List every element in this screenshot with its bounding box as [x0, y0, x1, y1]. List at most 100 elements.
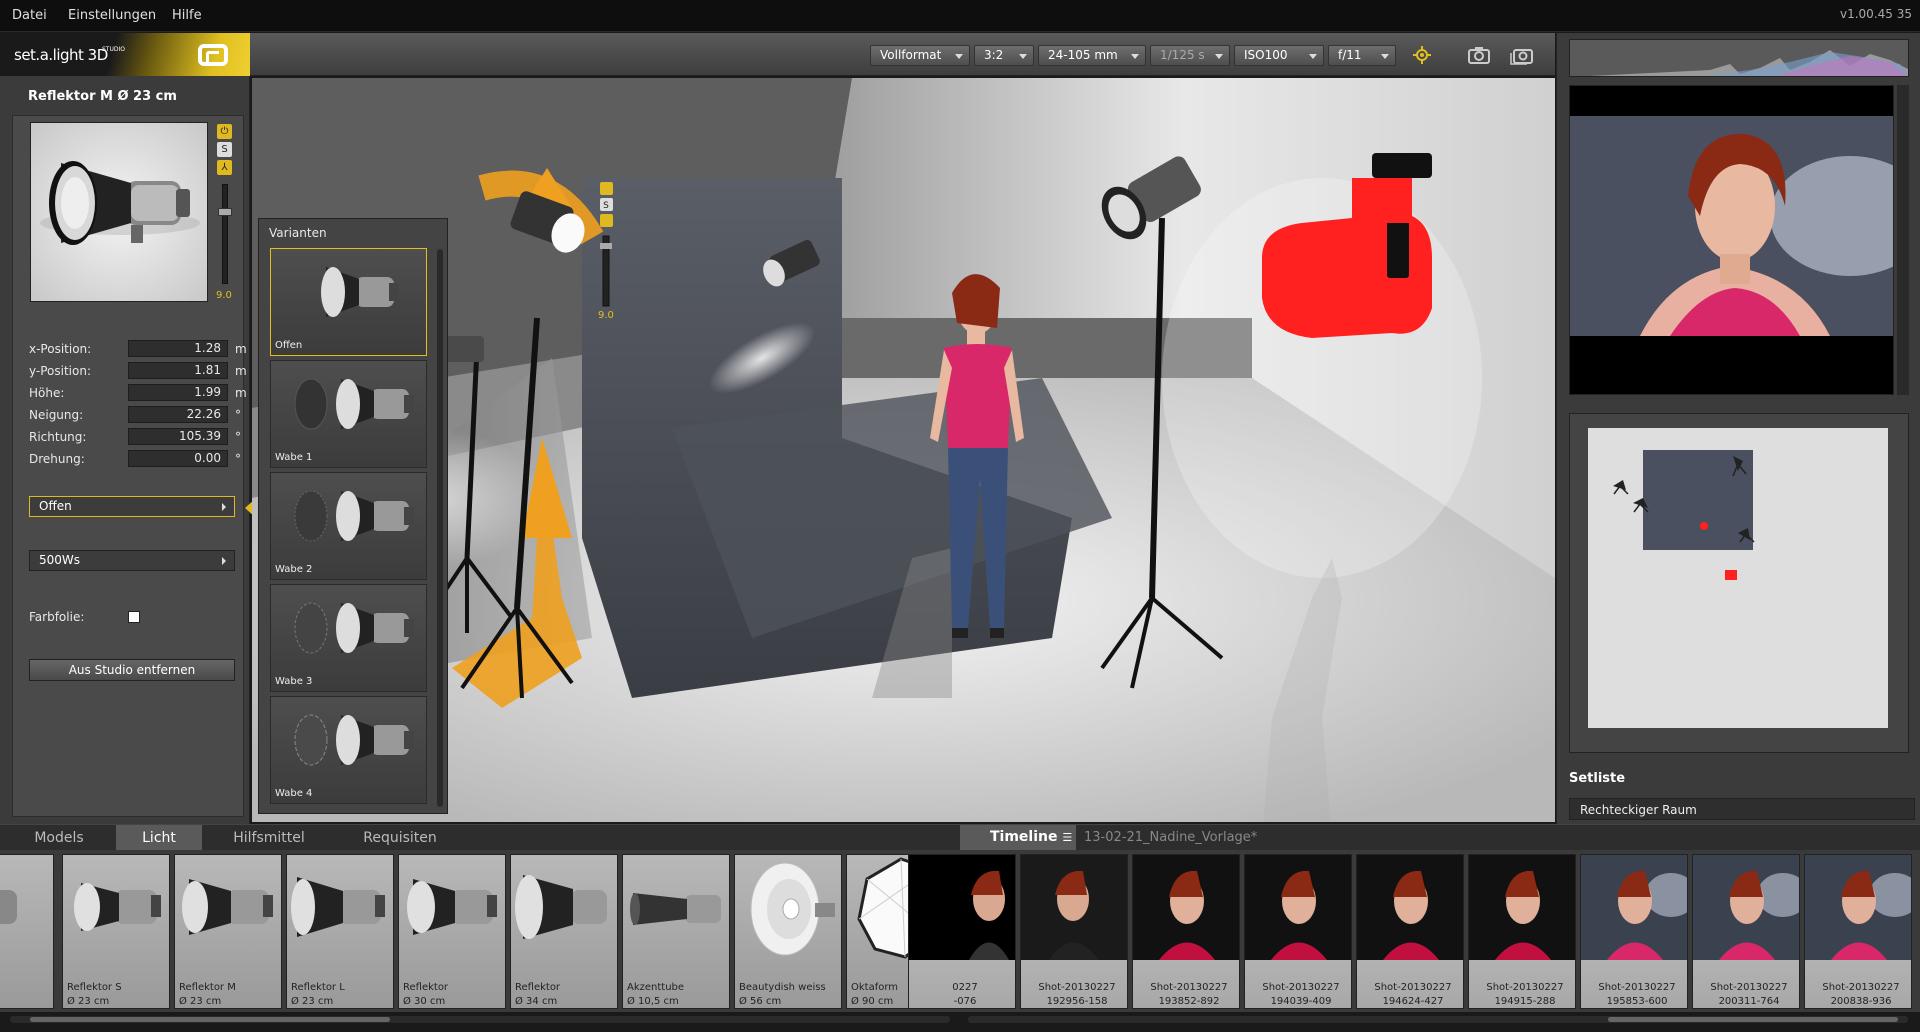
variant-select[interactable]: Offen [29, 496, 235, 517]
ratio-dropdown[interactable]: 3:2 [974, 45, 1034, 66]
logo-sub: STUDIO [102, 46, 125, 53]
tilt-field[interactable]: 22.26 [128, 406, 228, 423]
library-scrollbar-thumb[interactable] [30, 1017, 390, 1022]
floorplan-camera-icon[interactable] [1725, 570, 1737, 580]
shot-id: 200311-764 [1718, 996, 1780, 1007]
menu-einstellungen[interactable]: Einstellungen [68, 8, 156, 23]
menu-hilfe[interactable]: Hilfe [172, 8, 202, 23]
library-item-name: Oktaform [851, 982, 899, 993]
camera-shot-icon[interactable] [1467, 44, 1491, 66]
library-tabs: Models Licht Hilfsmittel Requisiten [0, 824, 960, 851]
camera-series-icon[interactable] [1510, 44, 1534, 66]
timeline-shot[interactable]: Shot-20130227 194039-409 [1244, 854, 1352, 1009]
library-item-name: Reflektor M [179, 982, 236, 993]
camera-toolbar: Vollformat 3:2 24-105 mm 1/125 s ISO100 … [250, 33, 1555, 76]
power-slider-handle[interactable] [218, 208, 232, 216]
rotation-unit: ° [235, 452, 241, 466]
timeline-tabs: Timeline ☰ 13-02-21_Nadine_Vorlage* [960, 824, 1920, 851]
tab-hilfsmittel[interactable]: Hilfsmittel [204, 825, 334, 851]
shot-id: 194039-409 [1270, 996, 1332, 1007]
preview-zoom-slider[interactable] [1897, 85, 1909, 395]
library-item-size: Ø 23 cm [67, 996, 110, 1007]
lens-dropdown[interactable]: 24-105 mm [1038, 45, 1146, 66]
tab-models[interactable]: Models [10, 825, 108, 851]
setliste-dropdown[interactable]: Rechteckiger Raum [1569, 798, 1915, 820]
menu-bar: Datei Einstellungen Hilfe v1.00.45 35 [0, 0, 1920, 32]
xpos-label: x-Position: [29, 342, 92, 356]
library-item[interactable]: Akzenttube Ø 10,5 cm [622, 854, 730, 1009]
height-field[interactable]: 1.99 [128, 384, 228, 401]
shot-name: Shot-20130227 [1262, 982, 1340, 993]
timeline-shot[interactable]: Shot-20130227 192956-158 [1020, 854, 1128, 1009]
aperture-dropdown[interactable]: f/11 [1328, 45, 1396, 66]
library-item-size: Ø 34 cm [515, 996, 558, 1007]
shot-name: Shot-20130227 [1374, 982, 1452, 993]
timeline-menu-icon[interactable]: ☰ [1062, 831, 1072, 844]
direction-unit: ° [235, 430, 241, 444]
timeline-shot[interactable]: 0227 -076 [908, 854, 1016, 1009]
power-select[interactable]: 500Ws [29, 550, 235, 571]
tab-requisiten[interactable]: Requisiten [340, 825, 460, 851]
timeline-shot[interactable]: Shot-20130227 200838-936 [1804, 854, 1912, 1009]
focus-target-icon[interactable] [1410, 44, 1434, 66]
timeline-shot[interactable]: Shot-20130227 194624-427 [1356, 854, 1464, 1009]
floorplan-canvas[interactable] [1588, 428, 1888, 728]
power-slider-track[interactable] [222, 184, 228, 284]
direction-label: Richtung: [29, 430, 87, 444]
library-item[interactable]: Reflektor S Ø 23 cm [62, 854, 170, 1009]
floorplan-view[interactable] [1569, 413, 1909, 753]
variant-label: Wabe 3 [275, 676, 313, 687]
variants-scrollbar[interactable] [437, 249, 443, 807]
ypos-field[interactable]: 1.81 [128, 362, 228, 379]
variant-item[interactable]: Wabe 1 [270, 360, 427, 468]
variant-label: Wabe 4 [275, 788, 313, 799]
library-item[interactable] [0, 854, 54, 1009]
direction-field[interactable]: 105.39 [128, 428, 228, 445]
format-dropdown[interactable]: Vollformat [870, 45, 970, 66]
xpos-unit: m [235, 342, 247, 356]
shot-id: 195853-600 [1606, 996, 1668, 1007]
remove-from-studio-button[interactable]: Aus Studio entfernen [29, 659, 235, 681]
timeline-shot[interactable]: Shot-20130227 200311-764 [1692, 854, 1800, 1009]
power-icon[interactable]: ⏻ [217, 124, 232, 139]
shutter-dropdown[interactable]: 1/125 s [1150, 45, 1230, 66]
variant-item[interactable]: Offen [270, 248, 427, 356]
tab-licht[interactable]: Licht [116, 825, 202, 851]
shot-id: 193852-892 [1158, 996, 1220, 1007]
timeline-shot[interactable]: Shot-20130227 195853-600 [1580, 854, 1688, 1009]
farbfolie-checkbox[interactable] [128, 611, 140, 623]
tab-timeline[interactable]: Timeline ☰ [960, 825, 1076, 851]
solo-icon[interactable]: S [217, 142, 232, 157]
tripod-icon[interactable]: ⅄ [217, 160, 232, 175]
shot-name: Shot-20130227 [1822, 982, 1900, 993]
rotation-field[interactable]: 0.00 [128, 450, 228, 467]
library-item[interactable]: Reflektor L Ø 23 cm [286, 854, 394, 1009]
library-scrollbar[interactable] [10, 1016, 950, 1023]
timeline-scrollbar-thumb[interactable] [1608, 1017, 1898, 1022]
library-item[interactable]: Reflektor M Ø 23 cm [174, 854, 282, 1009]
variant-item[interactable]: Wabe 4 [270, 696, 427, 804]
library-item-size: Ø 10,5 cm [627, 996, 679, 1007]
variant-item[interactable]: Wabe 2 [270, 472, 427, 580]
svg-text:S: S [603, 201, 609, 211]
library-item[interactable]: Beautydish weiss Ø 56 cm [734, 854, 842, 1009]
xpos-field[interactable]: 1.28 [128, 340, 228, 357]
timeline-shot[interactable]: Shot-20130227 194915-288 [1468, 854, 1576, 1009]
library-item[interactable]: Reflektor Ø 30 cm [398, 854, 506, 1009]
iso-dropdown[interactable]: ISO100 [1234, 45, 1324, 66]
library-item-name: Reflektor S [67, 982, 122, 993]
library-item[interactable]: Reflektor Ø 34 cm [510, 854, 618, 1009]
variant-item[interactable]: Wabe 3 [270, 584, 427, 692]
camera-preview [1569, 85, 1894, 395]
height-label: Höhe: [29, 386, 65, 400]
variant-label: Wabe 2 [275, 564, 313, 575]
floorplan-light-icon[interactable] [1613, 480, 1629, 495]
ypos-label: y-Position: [29, 364, 91, 378]
timeline-scrollbar[interactable] [968, 1016, 1908, 1023]
library-item-name: Reflektor [515, 982, 561, 993]
library-item-size: Ø 30 cm [403, 996, 446, 1007]
timeline-shot[interactable]: Shot-20130227 193852-892 [1132, 854, 1240, 1009]
menu-datei[interactable]: Datei [12, 8, 47, 23]
shot-name: Shot-20130227 [1486, 982, 1564, 993]
tilt-label: Neigung: [29, 408, 84, 422]
